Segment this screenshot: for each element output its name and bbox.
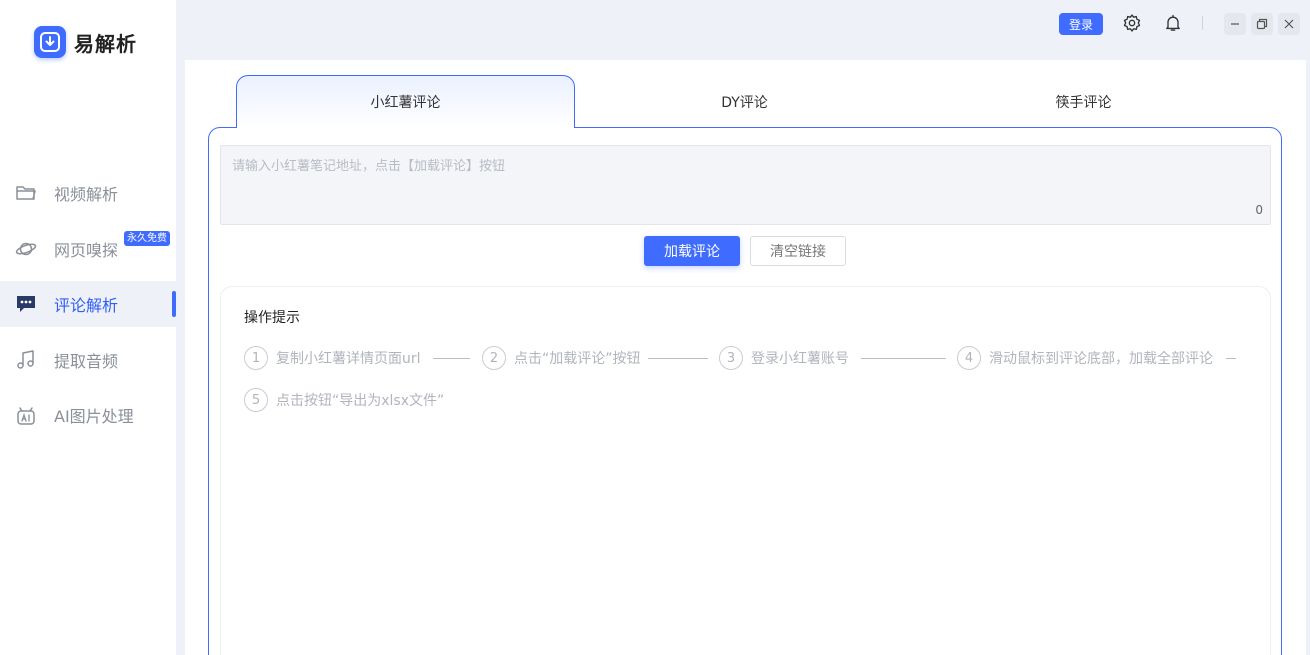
tab-kuaishou[interactable]: 筷手评论 <box>914 75 1253 128</box>
sidebar-item-label: 评论解析 <box>54 296 119 315</box>
step-number: 5 <box>244 388 268 412</box>
planet-icon <box>15 242 37 255</box>
clear-link-button[interactable]: 清空链接 <box>750 236 846 266</box>
step-4: 4 滑动鼠标到评论底部，加载全部评论 <box>957 346 1213 370</box>
step-number: 1 <box>244 346 268 370</box>
step-text: 点击按钮“导出为xlsx文件” <box>276 393 445 409</box>
comment-panel: 0 加载评论 清空链接 操作提示 1 复制小红薯详情页面url 2 点击“加载评… <box>208 127 1282 655</box>
music-note-icon <box>17 349 34 369</box>
sidebar-item-label: AI图片处理 <box>54 407 134 426</box>
step-number: 2 <box>482 346 506 370</box>
gear-icon[interactable] <box>1122 13 1142 33</box>
free-badge: 永久免费 <box>124 230 170 246</box>
app-name: 易解析 <box>74 31 137 56</box>
download-logo-icon <box>34 26 66 58</box>
step-text: 点击“加载评论”按钮 <box>514 351 641 367</box>
step-5: 5 点击按钮“导出为xlsx文件” <box>244 388 444 412</box>
step-text: 滑动鼠标到评论底部，加载全部评论 <box>989 351 1213 367</box>
app-logo: 易解析 <box>34 26 137 58</box>
step-connector <box>433 358 470 359</box>
tab-xiaohongshu[interactable]: 小红薯评论 <box>236 75 575 128</box>
step-connector <box>861 358 946 359</box>
sidebar-item-comment-parse[interactable]: 评论解析 <box>0 281 176 327</box>
folder-icon <box>16 186 36 200</box>
step-number: 3 <box>719 346 743 370</box>
maximize-button[interactable] <box>1251 13 1273 35</box>
minimize-icon <box>1231 23 1239 25</box>
minimize-button[interactable] <box>1224 13 1246 35</box>
sidebar-item-ai-image[interactable]: AI图片处理 <box>0 392 176 438</box>
ai-icon <box>17 407 35 425</box>
step-text: 登录小红薯账号 <box>751 351 849 367</box>
sidebar-item-label: 提取音频 <box>54 351 119 371</box>
top-bar: 登录 <box>176 0 1310 50</box>
step-connector <box>1226 358 1236 359</box>
comment-icon <box>17 296 35 312</box>
sidebar: 易解析 视频解析 网页嗅探 永久免费 评论解析 提取音频 AI图片处理 <box>0 0 176 655</box>
sidebar-item-label: 网页嗅探 <box>54 240 119 260</box>
note-url-input[interactable] <box>220 145 1271 225</box>
step-3: 3 登录小红薯账号 <box>719 346 849 370</box>
platform-tabs: 小红薯评论 DY评论 筷手评论 <box>236 75 1256 128</box>
close-button[interactable] <box>1278 13 1300 35</box>
step-text: 复制小红薯详情页面url <box>276 351 421 367</box>
close-icon <box>1284 19 1294 29</box>
sidebar-item-web-sniff[interactable]: 网页嗅探 永久免费 <box>0 226 176 272</box>
tab-dy[interactable]: DY评论 <box>575 75 914 128</box>
step-connector <box>648 358 708 359</box>
main-content: 0 加载评论 清空链接 操作提示 1 复制小红薯详情页面url 2 点击“加载评… <box>185 60 1306 655</box>
step-1: 1 复制小红薯详情页面url <box>244 346 421 370</box>
load-comments-button[interactable]: 加载评论 <box>644 236 740 266</box>
login-button[interactable]: 登录 <box>1059 13 1103 35</box>
char-counter: 0 <box>1255 203 1263 217</box>
step-number: 4 <box>957 346 981 370</box>
sidebar-nav: 视频解析 网页嗅探 永久免费 评论解析 提取音频 AI图片处理 <box>0 170 176 448</box>
bell-icon[interactable] <box>1163 13 1183 33</box>
sidebar-item-label: 视频解析 <box>54 185 119 204</box>
tips-title: 操作提示 <box>244 310 300 326</box>
restore-icon <box>1256 18 1268 30</box>
sidebar-item-extract-audio[interactable]: 提取音频 <box>0 337 176 383</box>
tips-card: 操作提示 1 复制小红薯详情页面url 2 点击“加载评论”按钮 3 登录小红薯… <box>220 286 1271 655</box>
step-2: 2 点击“加载评论”按钮 <box>482 346 641 370</box>
divider <box>1202 16 1203 30</box>
sidebar-item-video-parse[interactable]: 视频解析 <box>0 170 176 216</box>
